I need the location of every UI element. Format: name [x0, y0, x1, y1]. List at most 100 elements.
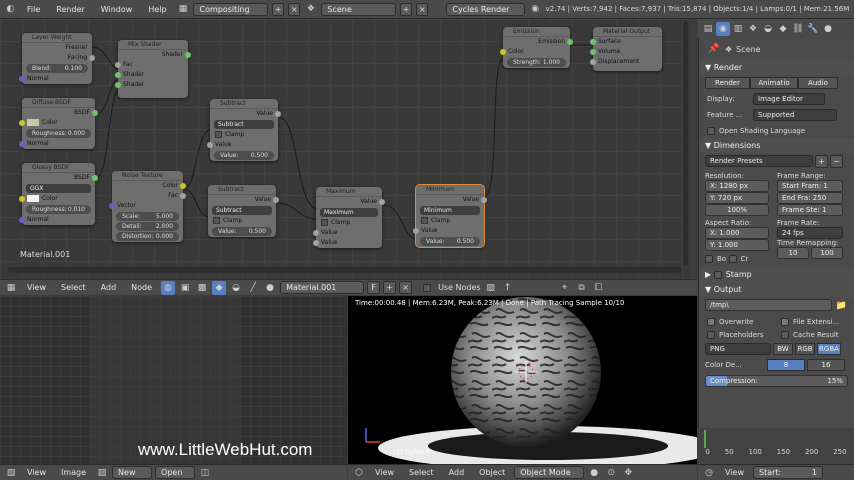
- pivot-icon[interactable]: ⊙: [604, 466, 618, 480]
- editor-type-icon[interactable]: ◷: [702, 466, 716, 480]
- menu-view[interactable]: View: [369, 468, 400, 477]
- layers-tab-icon[interactable]: ▥: [731, 22, 745, 36]
- node-subtract-1[interactable]: Subtract Value Subtract Clamp Value Valu…: [207, 99, 281, 161]
- clamp-checkbox[interactable]: Clamp: [210, 130, 278, 140]
- value-field[interactable]: Value: 0.500: [212, 227, 272, 236]
- display-dropdown[interactable]: Image Editor: [753, 93, 825, 105]
- file-format-dropdown[interactable]: PNG: [705, 343, 771, 355]
- placeholders-row[interactable]: Placeholders: [707, 330, 777, 339]
- line-style-icon[interactable]: ╱: [246, 281, 260, 295]
- render-engine-selector[interactable]: Cycles Render: [446, 2, 525, 16]
- roughness-field[interactable]: Roughness: 0.010: [26, 205, 91, 214]
- horizontal-scrollbar[interactable]: [8, 267, 682, 273]
- frame-rate-dropdown[interactable]: 24 fps: [777, 227, 843, 239]
- menu-help[interactable]: Help: [142, 5, 172, 14]
- add-preset-button[interactable]: +: [815, 155, 828, 168]
- node-maximum[interactable]: Maximum Value Maximum Clamp Value Value: [313, 187, 385, 248]
- frame-step-field[interactable]: Frame Ste: 1: [777, 204, 843, 216]
- operation-dropdown[interactable]: Minimum: [420, 206, 480, 215]
- resolution-percent-field[interactable]: 100%: [705, 204, 769, 216]
- clamp-checkbox[interactable]: Clamp: [208, 216, 276, 226]
- menu-add[interactable]: Add: [95, 283, 123, 292]
- strength-field[interactable]: Strength: 1.000: [507, 58, 566, 67]
- menu-file[interactable]: File: [21, 5, 46, 14]
- menu-image[interactable]: Image: [55, 468, 92, 477]
- clamp-checkbox[interactable]: Clamp: [316, 218, 382, 228]
- node-diffuse-bsdf[interactable]: Diffuse BSDF BSDF Color Roughness: 0.000 …: [19, 98, 98, 149]
- node-glossy-bsdf[interactable]: Glossy BSDF BSDF GGX Color Roughness: 0.0…: [19, 163, 98, 225]
- remap-new-field[interactable]: 100: [811, 247, 843, 259]
- menu-view[interactable]: View: [21, 283, 52, 292]
- detail-field[interactable]: Detail: 2.000: [116, 222, 179, 231]
- scene-icon[interactable]: ❖: [304, 2, 317, 16]
- image-browse-icon[interactable]: ▨: [95, 466, 109, 480]
- blender-logo-icon[interactable]: ◐: [4, 2, 17, 16]
- depth-8-button[interactable]: 8: [767, 359, 805, 371]
- manipulator-icon[interactable]: ✥: [621, 466, 635, 480]
- value-field[interactable]: Value: 0.500: [420, 237, 480, 246]
- blend-field[interactable]: Blend: 0.100: [26, 64, 88, 73]
- vertical-scrollbar[interactable]: [683, 21, 688, 266]
- node-minimum[interactable]: Minimum Value Minimum Clamp Value Value:…: [413, 184, 487, 248]
- feature-set-dropdown[interactable]: Supported: [753, 109, 837, 121]
- texture-nodes-icon[interactable]: ▩: [195, 281, 209, 295]
- node-material-output[interactable]: Material Output Surface Volume Displacem…: [590, 27, 662, 71]
- remove-preset-button[interactable]: −: [830, 155, 843, 168]
- file-extensions-row[interactable]: File Extensi...: [781, 317, 839, 326]
- dimensions-section-header[interactable]: ▼ Dimensions: [699, 138, 854, 153]
- operation-dropdown[interactable]: Maximum: [320, 208, 378, 217]
- object-icon[interactable]: ◆: [212, 280, 227, 295]
- crop-checkbox[interactable]: [728, 254, 737, 263]
- material-name-field[interactable]: Material.001: [280, 281, 365, 294]
- compositing-nodes-icon[interactable]: ▣: [178, 281, 192, 295]
- copy-icon[interactable]: ⧉: [575, 281, 589, 295]
- menu-select[interactable]: Select: [403, 468, 440, 477]
- operation-dropdown[interactable]: Subtract: [212, 206, 272, 215]
- world-icon[interactable]: ◒: [229, 281, 243, 295]
- remove-scene-button[interactable]: ×: [416, 2, 429, 16]
- start-frame-field[interactable]: Start Fram: 1: [777, 180, 843, 192]
- border-checkbox[interactable]: [705, 254, 713, 263]
- menu-view[interactable]: View: [719, 468, 750, 477]
- material-tab-icon[interactable]: ●: [821, 22, 835, 36]
- distribution-dropdown[interactable]: GGX: [26, 184, 91, 193]
- new-image-button[interactable]: New: [112, 466, 153, 479]
- menu-add[interactable]: Add: [443, 468, 471, 477]
- stamp-section-header[interactable]: ▶ Stamp: [699, 267, 854, 282]
- render-button[interactable]: Render: [705, 77, 750, 89]
- paste-icon[interactable]: ⧠: [592, 281, 606, 295]
- menu-render[interactable]: Render: [50, 5, 90, 14]
- scene-selector[interactable]: Scene: [321, 2, 397, 16]
- node-editor[interactable]: Layer Weight Fresnel Facing Blend: 0.100 …: [0, 19, 690, 278]
- node-emission[interactable]: Emission Emission Color Strength: 1.000: [500, 27, 573, 68]
- rgba-button[interactable]: RGBA: [817, 343, 841, 355]
- animation-button[interactable]: Animatio: [750, 77, 798, 89]
- resolution-x-field[interactable]: X: 1280 px: [705, 180, 769, 192]
- operation-dropdown[interactable]: Subtract: [214, 120, 274, 129]
- shading-icon[interactable]: ●: [587, 466, 601, 480]
- image-editor[interactable]: [0, 296, 347, 464]
- object-tab-icon[interactable]: ◆: [776, 22, 790, 36]
- current-frame-marker[interactable]: [704, 430, 706, 448]
- constraints-tab-icon[interactable]: ⛓: [791, 22, 805, 36]
- node-mix-shader[interactable]: Mix Shader Shader Fac Shader Shader: [115, 40, 191, 98]
- start-frame-field[interactable]: Start: 1: [752, 466, 823, 479]
- editor-type-icon[interactable]: ▧: [4, 466, 18, 480]
- compression-slider[interactable]: Compression: 15%: [705, 375, 848, 387]
- roughness-field[interactable]: Roughness: 0.000: [26, 129, 91, 138]
- rgb-button[interactable]: RGB: [795, 343, 815, 355]
- world-tab-icon[interactable]: ◒: [761, 22, 775, 36]
- menu-window[interactable]: Window: [95, 5, 139, 14]
- clamp-checkbox[interactable]: Clamp: [416, 216, 484, 226]
- node-subtract-2[interactable]: Subtract Value Subtract Clamp Value: 0.50…: [208, 185, 279, 237]
- layout-grid-icon[interactable]: ▦: [177, 2, 190, 16]
- menu-object[interactable]: Object: [473, 468, 511, 477]
- depth-16-button[interactable]: 16: [807, 359, 845, 371]
- scale-field[interactable]: Scale: 5.000: [116, 212, 179, 221]
- bw-button[interactable]: BW: [773, 343, 793, 355]
- add-material-button[interactable]: +: [383, 281, 397, 294]
- editor-type-icon[interactable]: ▦: [4, 281, 18, 295]
- resolution-y-field[interactable]: Y: 720 px: [705, 192, 769, 204]
- pin-icon[interactable]: 📌: [707, 42, 721, 56]
- remap-old-field[interactable]: 10: [777, 247, 809, 259]
